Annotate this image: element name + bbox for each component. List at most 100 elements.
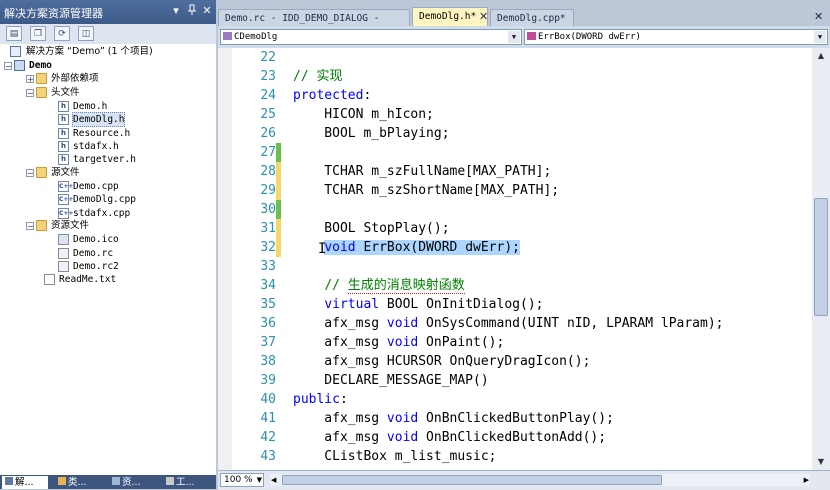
code-line[interactable]: void ErrBox(DWORD dwErr); [293, 238, 520, 257]
tree-item-file[interactable]: DemoDlg.cpp [73, 193, 136, 206]
tree-item-solution[interactable]: 解决方案 “Demo” (1 个项目) [26, 45, 153, 58]
view-class-diagram-icon[interactable]: ◫ [78, 26, 94, 41]
line-number: 42 [260, 430, 276, 445]
header-file-icon: h [58, 114, 69, 125]
scrollbar-thumb[interactable] [814, 198, 828, 316]
tree-item-source-files[interactable]: 源文件 [51, 166, 80, 179]
expand-icon[interactable]: + [26, 75, 34, 84]
solution-explorer-panel: 解决方案资源管理器 ▾ ✕ ▤ ❐ ⟳ ◫ 解决方案 “Demo” (1 个项目… [0, 0, 216, 489]
tree-item-file[interactable]: stdafx.h [73, 140, 119, 153]
collapse-icon[interactable]: − [26, 222, 34, 231]
tree-item-header-files[interactable]: 头文件 [51, 86, 80, 99]
scroll-up-icon[interactable]: ▲ [812, 48, 830, 64]
class-view-icon [58, 477, 66, 485]
tree-item-resource-files[interactable]: 资源文件 [51, 219, 89, 232]
class-combo-value: CDemoDlg [234, 32, 278, 42]
header-file-icon: h [58, 101, 69, 112]
rc-file-icon [58, 261, 69, 272]
tree-item-external-deps[interactable]: 外部依赖项 [51, 72, 99, 85]
horizontal-scrollbar[interactable]: ◀ ▶ [270, 474, 810, 486]
close-document-icon[interactable]: ✕ [814, 10, 823, 23]
code-line[interactable]: // 生成的消息映射函数 [293, 276, 465, 295]
solution-tree: 解决方案 “Demo” (1 个项目) − Demo + 外部依赖项 − 头文件… [0, 44, 216, 475]
folder-icon [36, 73, 47, 84]
code-line[interactable]: afx_msg void OnSysCommand(UINT nID, LPAR… [293, 314, 723, 333]
class-combo[interactable]: CDemoDlg ▼ [220, 29, 522, 45]
toolbox-icon [166, 477, 174, 485]
member-combo[interactable]: ErrBox(DWORD dwErr) ▼ [524, 29, 828, 45]
collapse-icon[interactable]: − [26, 89, 34, 98]
close-icon[interactable]: ✕ [201, 4, 213, 18]
line-number: 30 [260, 202, 276, 217]
tree-item-file[interactable]: Demo.rc [73, 247, 113, 260]
close-tab-icon[interactable]: ✕ [479, 10, 488, 23]
line-number: 24 [260, 88, 276, 103]
resource-view-icon [112, 477, 120, 485]
header-file-icon: h [58, 128, 69, 139]
show-all-files-icon[interactable]: ❐ [30, 26, 46, 41]
tab-demodlg-h[interactable]: DemoDlg.h* [412, 7, 488, 26]
code-line[interactable]: BOOL m_bPlaying; [293, 124, 449, 143]
selected-text: void ErrBox(DWORD dwErr); [324, 240, 520, 255]
line-number: 29 [260, 183, 276, 198]
auto-hide-pin-icon[interactable] [186, 4, 198, 18]
scroll-down-icon[interactable]: ▼ [812, 454, 830, 470]
code-line[interactable]: CListBox m_list_music; [293, 447, 496, 466]
tab-class-view[interactable]: 类... [56, 476, 104, 489]
tree-item-file-selected[interactable]: DemoDlg.h [72, 112, 126, 127]
tree-item-file[interactable]: Demo.cpp [73, 180, 119, 193]
properties-icon[interactable]: ▤ [6, 26, 22, 41]
code-line[interactable]: BOOL StopPlay(); [293, 219, 449, 238]
window-position-dropdown-icon[interactable]: ▾ [170, 4, 182, 18]
tab-label: 工... [176, 477, 195, 488]
member-combo-value: ErrBox(DWORD dwErr) [538, 32, 641, 42]
scroll-left-icon[interactable]: ◀ [271, 474, 276, 486]
code-line[interactable]: afx_msg HCURSOR OnQueryDragIcon(); [293, 352, 590, 371]
editor-bottom-bar: 100 % ▼ ◀ ▶ [218, 470, 830, 490]
vertical-scrollbar[interactable]: ▲ ▼ [812, 48, 830, 470]
code-line[interactable]: HICON m_hIcon; [293, 105, 434, 124]
tab-label: 资... [122, 477, 141, 488]
refresh-icon[interactable]: ⟳ [54, 26, 70, 41]
line-number: 37 [260, 335, 276, 350]
line-number: 33 [260, 259, 276, 274]
tree-item-file[interactable]: targetver.h [73, 153, 136, 166]
tool-window-tabs: 解... 类... 资... 工... [0, 475, 216, 489]
code-line[interactable]: afx_msg void OnPaint(); [293, 333, 504, 352]
tab-resource-view[interactable]: 资... [110, 476, 158, 489]
collapse-icon[interactable]: − [26, 169, 34, 178]
code-line[interactable]: TCHAR m_szFullName[MAX_PATH]; [293, 162, 551, 181]
indicator-margin [218, 48, 232, 470]
code-editor[interactable]: 22 23 // 实现 24 protected: 25 HICON m_hIcon; 26… [218, 48, 812, 470]
code-line[interactable]: TCHAR m_szShortName[MAX_PATH]; [293, 181, 559, 200]
tab-demo-rc-dialog[interactable]: Demo.rc - IDD_DEMO_DIALOG - Dialog [218, 9, 410, 41]
tree-item-file[interactable]: Demo.rc2 [73, 260, 119, 273]
saved-change-marker [276, 200, 281, 219]
line-number: 28 [260, 164, 276, 179]
scroll-right-icon[interactable]: ▶ [804, 474, 809, 486]
code-line[interactable]: public: [293, 390, 348, 409]
tab-demodlg-cpp[interactable]: DemoDlg.cpp* [490, 9, 574, 26]
code-line[interactable]: protected: [293, 86, 371, 105]
code-line[interactable]: // 实现 [293, 67, 342, 86]
tab-solution-explorer[interactable]: 解... [2, 476, 48, 489]
tab-toolbox[interactable]: 工... [164, 476, 214, 489]
tree-item-file[interactable]: Resource.h [73, 127, 130, 140]
code-line[interactable]: DECLARE_MESSAGE_MAP() [293, 371, 488, 390]
folder-open-icon [36, 87, 47, 98]
code-line[interactable]: afx_msg void OnBnClickedButtonPlay(); [293, 409, 614, 428]
scrollbar-thumb[interactable] [282, 475, 662, 485]
tab-label: 类... [68, 477, 87, 488]
solution-explorer-title: 解决方案资源管理器 [4, 7, 103, 20]
collapse-icon[interactable]: − [4, 62, 12, 71]
tree-item-file[interactable]: Demo.ico [73, 233, 119, 246]
document-tab-strip: Demo.rc - IDD_DEMO_DIALOG - Dialog DemoD… [218, 6, 830, 41]
line-number: 40 [260, 392, 276, 407]
line-number: 39 [260, 373, 276, 388]
tree-item-file[interactable]: ReadMe.txt [59, 273, 116, 286]
tree-item-project[interactable]: Demo [29, 59, 52, 72]
zoom-combo[interactable]: 100 % ▼ [220, 473, 264, 487]
code-line[interactable]: afx_msg void OnBnClickedButtonAdd(); [293, 428, 606, 447]
ibeam-cursor-icon: I [318, 241, 327, 257]
code-line[interactable]: virtual BOOL OnInitDialog(); [293, 295, 543, 314]
